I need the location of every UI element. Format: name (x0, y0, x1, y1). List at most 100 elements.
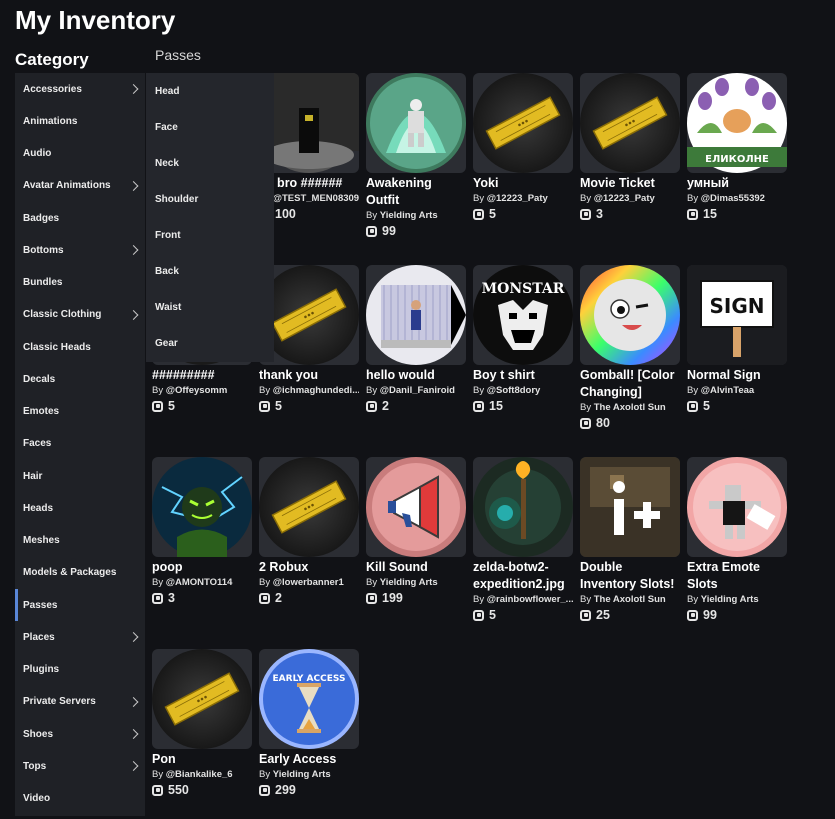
item-card[interactable]: Pon By @Biankalike_6 550 (152, 649, 252, 797)
sidebar-item-animations[interactable]: Animations (15, 105, 145, 137)
submenu-item-waist[interactable]: Waist (146, 289, 274, 325)
item-thumbnail[interactable] (687, 457, 787, 557)
item-name[interactable]: zelda-botw2-expedition2.jpg (473, 559, 573, 593)
item-name[interactable]: Extra Emote Slots (687, 559, 787, 593)
sidebar-item-accessories[interactable]: Accessories (15, 73, 145, 105)
item-name[interactable]: poop (152, 559, 252, 576)
item-creator[interactable]: By @TEST_MEN08309 (259, 193, 359, 204)
item-creator[interactable]: By The Axolotl Sun (580, 402, 680, 413)
submenu-item-gear[interactable]: Gear (146, 325, 274, 361)
creator-name[interactable]: @ichmaghundedi... (273, 385, 359, 396)
creator-name[interactable]: Yielding Arts (380, 210, 438, 221)
submenu-item-neck[interactable]: Neck (146, 145, 274, 181)
item-name[interactable]: hello would (366, 367, 466, 384)
item-thumbnail[interactable] (152, 457, 252, 557)
item-creator[interactable]: By @rainbowflower_... (473, 594, 573, 605)
item-thumbnail[interactable] (259, 73, 359, 173)
sidebar-item-classic-heads[interactable]: Classic Heads (15, 331, 145, 363)
sidebar-item-hair[interactable]: Hair (15, 460, 145, 492)
sidebar-item-meshes[interactable]: Meshes (15, 525, 145, 557)
item-name[interactable]: умный (687, 175, 787, 192)
item-thumbnail[interactable]: ЕЛИКОЛНЕ (687, 73, 787, 173)
creator-name[interactable]: Yielding Arts (380, 577, 438, 588)
item-thumbnail[interactable] (580, 457, 680, 557)
sidebar-item-video[interactable]: Video (15, 783, 145, 815)
item-card[interactable]: Gomball! [Color Changing] By The Axolotl … (580, 265, 680, 430)
item-creator[interactable]: By @Danil_Faniroid (366, 385, 466, 396)
creator-name[interactable]: @AMONTO114 (166, 577, 233, 588)
sidebar-item-faces[interactable]: Faces (15, 428, 145, 460)
item-thumbnail[interactable] (473, 73, 573, 173)
item-name[interactable]: Yoki (473, 175, 573, 192)
item-card[interactable]: Kill Sound By Yielding Arts 199 (366, 457, 466, 605)
item-creator[interactable]: By @12223_Paty (580, 193, 680, 204)
item-card[interactable]: Yoki By @12223_Paty 5 (473, 73, 573, 221)
sidebar-item-models-packages[interactable]: Models & Packages (15, 557, 145, 589)
sidebar-item-plugins[interactable]: Plugins (15, 654, 145, 686)
item-card[interactable]: hello would By @Danil_Faniroid 2 (366, 265, 466, 413)
item-name[interactable]: Awakening Outfit (366, 175, 466, 209)
item-thumbnail[interactable]: SIGN (687, 265, 787, 365)
sidebar-item-emotes[interactable]: Emotes (15, 396, 145, 428)
item-card[interactable]: Double Inventory Slots! By The Axolotl Su… (580, 457, 680, 622)
item-name[interactable]: Double Inventory Slots! (580, 559, 680, 593)
item-card[interactable]: yo bro ######By @TEST_MEN08309 100 (259, 73, 359, 221)
item-thumbnail[interactable]: MONSTAR (473, 265, 573, 365)
sidebar-item-avatar-animations[interactable]: Avatar Animations (15, 170, 145, 202)
sidebar-item-places[interactable]: Places (15, 621, 145, 653)
submenu-item-face[interactable]: Face (146, 109, 274, 145)
creator-name[interactable]: Yielding Arts (701, 594, 759, 605)
item-thumbnail[interactable] (259, 265, 359, 365)
item-creator[interactable]: By @Soft8dory (473, 385, 573, 396)
item-card[interactable]: EARLY ACCESS Early Access By Yielding Arts… (259, 649, 359, 797)
item-name[interactable]: Pon (152, 751, 252, 768)
creator-name[interactable]: @AlvinTeaa (701, 385, 754, 396)
item-thumbnail[interactable] (366, 457, 466, 557)
submenu-item-shoulder[interactable]: Shoulder (146, 181, 274, 217)
sidebar-item-tops[interactable]: Tops (15, 750, 145, 782)
item-name[interactable]: Kill Sound (366, 559, 466, 576)
item-card[interactable]: Awakening Outfit By Yielding Arts 99 (366, 73, 466, 238)
item-thumbnail[interactable] (366, 265, 466, 365)
item-creator[interactable]: By @Offeysomm (152, 385, 252, 396)
item-name[interactable]: Movie Ticket (580, 175, 680, 192)
submenu-item-head[interactable]: Head (146, 73, 274, 109)
item-thumbnail[interactable] (580, 265, 680, 365)
item-creator[interactable]: By @Biankalike_6 (152, 769, 252, 780)
item-thumbnail[interactable]: EARLY ACCESS (259, 649, 359, 749)
item-creator[interactable]: By Yielding Arts (259, 769, 359, 780)
creator-name[interactable]: @Offeysomm (166, 385, 228, 396)
item-thumbnail[interactable] (473, 457, 573, 557)
creator-name[interactable]: The Axolotl Sun (594, 402, 666, 413)
sidebar-item-audio[interactable]: Audio (15, 138, 145, 170)
creator-name[interactable]: @12223_Paty (487, 193, 548, 204)
item-name[interactable]: Normal Sign (687, 367, 787, 384)
sidebar-item-bottoms[interactable]: Bottoms (15, 234, 145, 266)
item-card[interactable]: poop By @AMONTO114 3 (152, 457, 252, 605)
creator-name[interactable]: @12223_Paty (594, 193, 655, 204)
creator-name[interactable]: @TEST_MEN08309 (273, 193, 359, 204)
item-card[interactable]: thank you By @ichmaghundedi... 5 (259, 265, 359, 413)
item-thumbnail[interactable] (580, 73, 680, 173)
item-name[interactable]: Gomball! [Color Changing] (580, 367, 680, 401)
item-name[interactable]: ######### (152, 367, 252, 384)
creator-name[interactable]: @Dimas55392 (701, 193, 765, 204)
item-creator[interactable]: By @Dimas55392 (687, 193, 787, 204)
item-card[interactable]: ЕЛИКОЛНЕ умный By @Dimas55392 15 (687, 73, 787, 221)
sidebar-item-passes[interactable]: Passes (15, 589, 145, 622)
item-card[interactable]: Movie Ticket By @12223_Paty 3 (580, 73, 680, 221)
item-name[interactable]: 2 Robux (259, 559, 359, 576)
item-thumbnail[interactable] (152, 649, 252, 749)
submenu-item-back[interactable]: Back (146, 253, 274, 289)
item-thumbnail[interactable] (259, 457, 359, 557)
creator-name[interactable]: @Soft8dory (487, 385, 541, 396)
submenu-item-front[interactable]: Front (146, 217, 274, 253)
creator-name[interactable]: @rainbowflower_... (487, 594, 573, 605)
item-name[interactable]: Boy t shirt (473, 367, 573, 384)
item-card[interactable]: SIGN Normal Sign By @AlvinTeaa 5 (687, 265, 787, 413)
item-creator[interactable]: By @AMONTO114 (152, 577, 252, 588)
item-creator[interactable]: By Yielding Arts (687, 594, 787, 605)
sidebar-item-badges[interactable]: Badges (15, 202, 145, 234)
sidebar-item-decals[interactable]: Decals (15, 363, 145, 395)
item-card[interactable]: zelda-botw2-expedition2.jpg By @rainbowfl… (473, 457, 573, 622)
